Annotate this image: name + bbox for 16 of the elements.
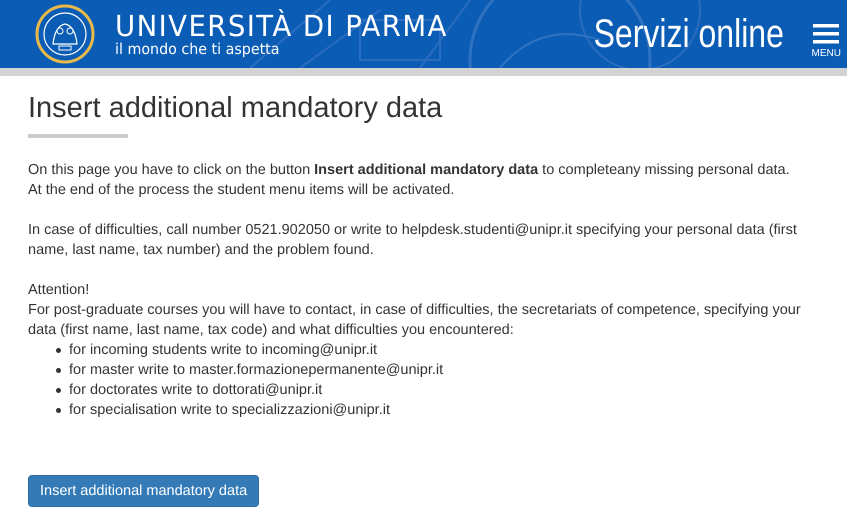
paragraph-text: For post-graduate courses you will have to contact, in case of difficulties, the secretariats of competence, specifying your data (first name, last name, tax code) and what difficulties you encountered:: [28, 301, 802, 340]
insert-data-button[interactable]: Insert additional mandatory data: [28, 475, 260, 507]
paragraph-text: At the end of the process the student menu items will be activated.: [28, 181, 456, 200]
list-item-text: for incoming students write to incoming@unipr.it: [69, 341, 378, 360]
paragraph-text: On this page you have to click on the button Insert additional mandatory data to completeany missing personal data.: [28, 161, 791, 180]
page-title: Insert additional mandatory data: [28, 91, 444, 126]
university-name: UNIVERSITÀ DI PARMA: [115, 10, 448, 40]
paragraph-text: Attention!: [28, 281, 90, 300]
list-item-text: for doctorates write to dottorati@unipr.it: [69, 381, 322, 400]
menu-button[interactable]: MENU: [812, 24, 841, 58]
seal-logo-icon: [35, 4, 95, 64]
list-item-text: for master write to master.formazionepermanente@unipr.it: [69, 361, 444, 380]
paragraph-text: In case of difficulties, call number 0521.902050 or write to helpdesk.studenti@unipr.it specifying your personal data (first name, last name, tax number) and the problem found.: [28, 221, 798, 260]
tagline: il mondo che ti aspetta: [115, 40, 280, 58]
list-item-text: for specialisation write to specializzazioni@unipr.it: [69, 401, 390, 420]
service-title: Servizi online: [593, 12, 784, 56]
